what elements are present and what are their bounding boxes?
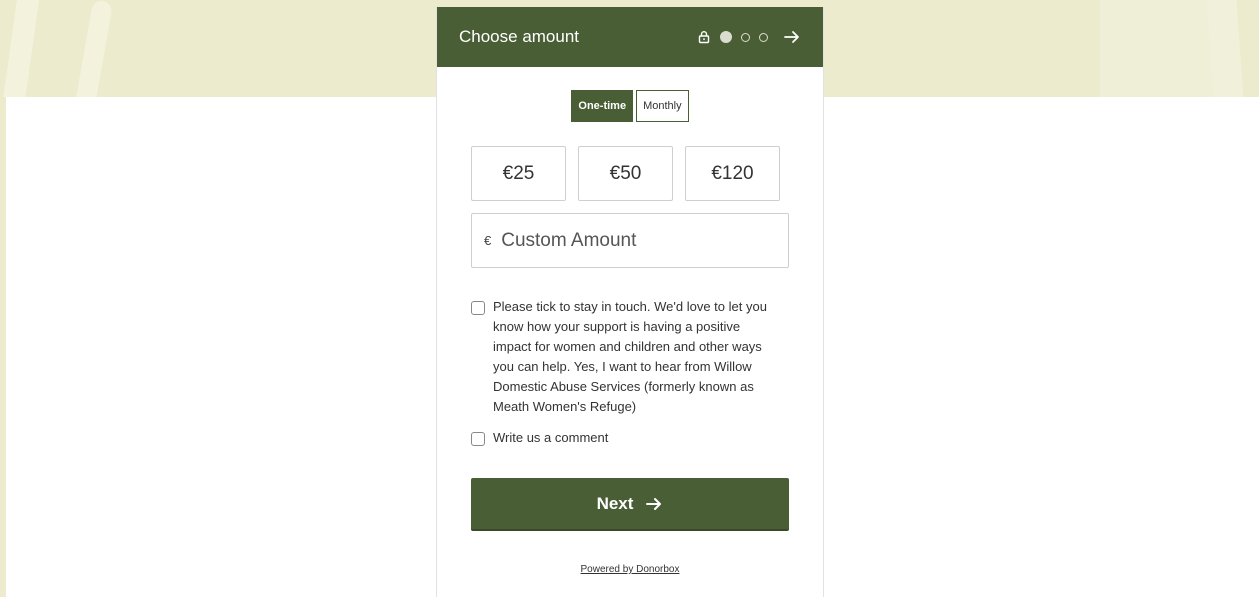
step-indicator — [697, 28, 801, 46]
step-dot-icon — [759, 32, 768, 42]
next-button[interactable]: Next — [471, 478, 789, 531]
stay-in-touch-label: Please tick to stay in touch. We'd love … — [493, 299, 767, 414]
one-time-button[interactable]: One-time — [571, 90, 634, 122]
comment-checkbox[interactable] — [471, 432, 485, 446]
monthly-button[interactable]: Monthly — [636, 90, 689, 122]
euro-icon: € — [484, 233, 492, 248]
comment-label: Write us a comment — [493, 430, 609, 445]
page-title: Choose amount — [459, 27, 580, 46]
amount-button-50[interactable]: €50 — [578, 146, 673, 201]
page: Choose amount One-time Monthly €25 €50 €… — [0, 0, 1259, 597]
card-header: Choose amount — [437, 7, 823, 67]
next-button-label: Next — [596, 493, 634, 513]
custom-amount-field[interactable]: € — [471, 213, 789, 268]
powered-by-link[interactable]: Powered by Donorbox — [437, 564, 823, 575]
background-decoration — [70, 0, 114, 97]
arrow-right-icon — [645, 495, 663, 513]
custom-amount-input[interactable] — [499, 228, 764, 253]
amount-button-25[interactable]: €25 — [471, 146, 566, 201]
donation-card: Choose amount One-time Monthly €25 €50 €… — [436, 7, 824, 597]
background-decoration — [1100, 0, 1220, 97]
stay-in-touch-checkbox[interactable] — [471, 301, 485, 315]
arrow-right-icon[interactable] — [783, 28, 801, 46]
step-dot-icon — [741, 32, 750, 42]
background-stripe — [0, 97, 6, 597]
stay-in-touch-option: Please tick to stay in touch. We'd love … — [471, 299, 771, 417]
amount-button-120[interactable]: €120 — [685, 146, 780, 201]
frequency-toggle: One-time Monthly — [437, 90, 823, 122]
background-decoration — [0, 0, 44, 97]
lock-icon — [697, 30, 711, 44]
amount-options: €25 €50 €120 — [471, 146, 823, 201]
comment-option: Write us a comment — [471, 430, 771, 448]
step-dot-active-icon — [720, 31, 732, 43]
